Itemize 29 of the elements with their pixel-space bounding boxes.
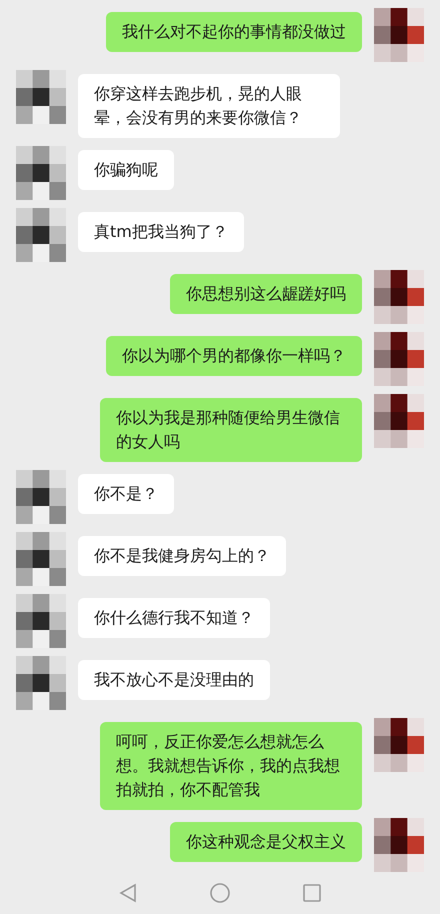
blurred-avatar-drawing <box>16 532 66 586</box>
received-message-bubble: 真tm把我当狗了？ <box>78 212 244 252</box>
sent-message-bubble: 你以为哪个男的都像你一样吗？ <box>106 336 362 376</box>
recent-apps-icon <box>301 882 323 904</box>
sent-message-bubble: 你思想别这么龌蹉好吗 <box>170 274 362 314</box>
blurred-avatar-drawing <box>374 718 424 772</box>
sent-message-bubble: 呵呵，反正你爱怎么想就怎么想。我就想告诉你，我的点我想拍就拍，你不配管我 <box>100 722 362 810</box>
blurred-avatar-drawing <box>374 332 424 386</box>
received-message-bubble: 你不是？ <box>78 474 174 514</box>
sent-message-bubble: 你以为我是那种随便给男生微信的女人吗 <box>100 398 362 462</box>
blurred-avatar-drawing <box>374 8 424 62</box>
blurred-avatar-drawing <box>374 270 424 324</box>
blurred-avatar-drawing <box>16 146 66 200</box>
received-message-bubble: 你不是我健身房勾上的？ <box>78 536 286 576</box>
blurred-avatar-drawing <box>16 470 66 524</box>
sent-message-bubble: 我什么对不起你的事情都没做过 <box>106 12 362 52</box>
blurred-avatar-drawing <box>374 394 424 448</box>
back-icon <box>117 882 139 904</box>
received-message-bubble: 你骗狗呢 <box>78 150 174 190</box>
blurred-avatar-drawing <box>16 208 66 262</box>
blurred-avatar-drawing <box>16 70 66 124</box>
home-icon <box>209 882 231 904</box>
sent-message-bubble: 你这种观念是父权主义 <box>170 822 362 862</box>
received-message-bubble: 我不放心不是没理由的 <box>78 660 270 700</box>
blurred-avatar-drawing <box>16 656 66 710</box>
blurred-avatar-drawing <box>374 818 424 872</box>
blurred-avatar-drawing <box>16 594 66 648</box>
received-message-bubble: 你什么德行我不知道？ <box>78 598 270 638</box>
received-message-bubble: 你穿这样去跑步机，晃的人眼晕，会没有男的来要你微信？ <box>78 74 340 138</box>
